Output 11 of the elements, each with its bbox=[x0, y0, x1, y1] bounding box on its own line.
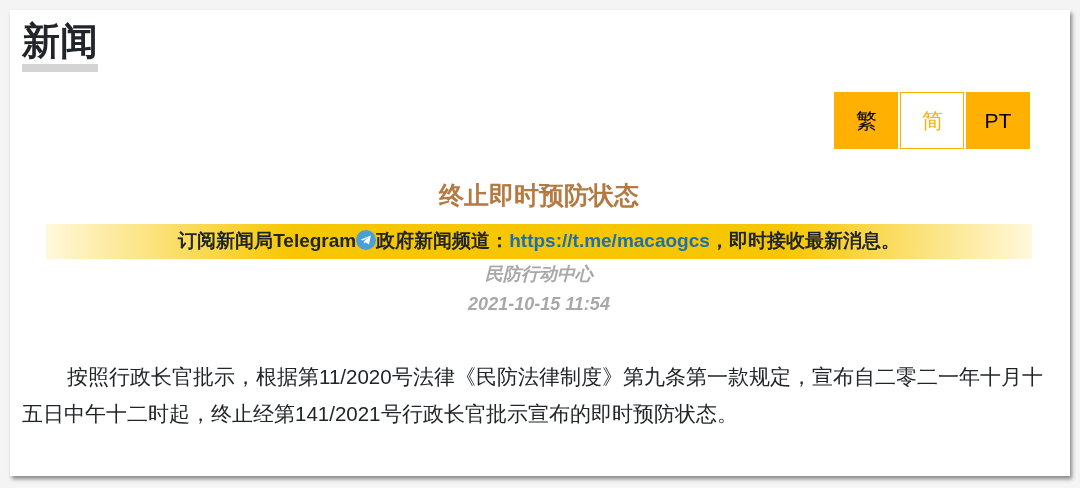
section-title: 新闻 bbox=[22, 22, 98, 72]
subscribe-text: 政府新闻频道： bbox=[376, 230, 510, 252]
subscribe-text: 订阅新闻局Telegram bbox=[178, 230, 357, 252]
article-paragraph: 按照行政长官批示，根据第11/2020号法律《民防法律制度》第九条第一款规定，宣布自二零二一年十月十五日中午十二时起，终止经第141/2021号行政长官批示宣布的即时预防状态。 bbox=[22, 364, 1044, 428]
article-date: 2021-10-15 11:54 bbox=[466, 293, 611, 317]
subscribe-text: ，即时接收最新消息。 bbox=[709, 230, 900, 252]
article-headline: 终止即时预防状态 bbox=[437, 179, 640, 211]
paper-plane-icon bbox=[356, 230, 377, 251]
language-button[interactable]: 繁 bbox=[834, 91, 898, 149]
language-button[interactable]: PT bbox=[966, 91, 1030, 149]
article-source: 民防行动中心 bbox=[484, 262, 595, 286]
